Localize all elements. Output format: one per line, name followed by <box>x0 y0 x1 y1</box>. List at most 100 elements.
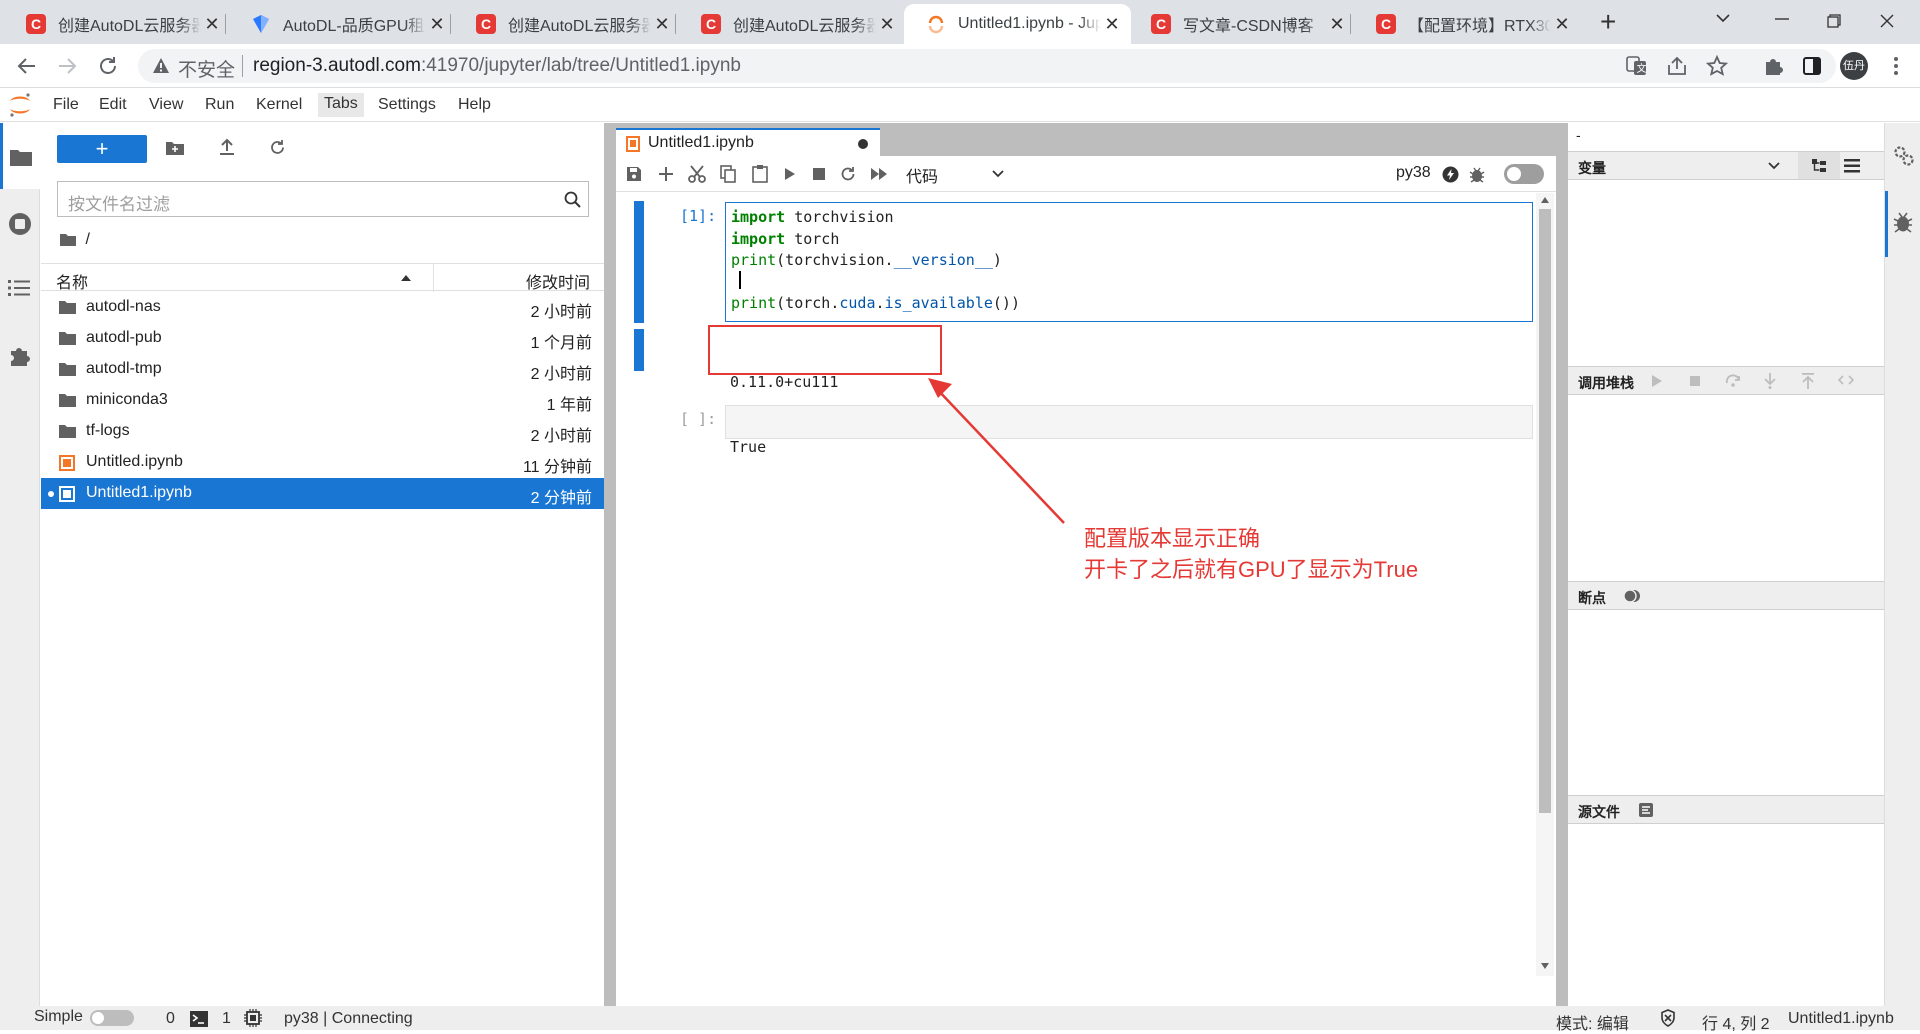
fast-forward-icon[interactable] <box>870 168 888 180</box>
scroll-up-icon[interactable] <box>1541 197 1549 203</box>
sort-asc-icon[interactable] <box>401 275 411 281</box>
file-row[interactable]: Untitled.ipynb 11 分钟前 <box>41 447 604 478</box>
file-row[interactable]: Untitled1.ipynb 2 分钟前 <box>41 478 604 509</box>
paste-icon[interactable] <box>752 164 768 183</box>
step-in-icon[interactable] <box>1764 373 1776 389</box>
close-icon[interactable]: ✕ <box>201 14 223 35</box>
browser-menu-icon[interactable] <box>1893 56 1899 76</box>
new-folder-icon[interactable] <box>165 140 185 156</box>
unsaved-dot-icon[interactable] <box>858 139 868 149</box>
menu-kernel[interactable]: Kernel <box>256 94 302 118</box>
terminal-icon[interactable] <box>190 1011 208 1027</box>
panel-splitter-right[interactable] <box>1556 123 1568 1006</box>
cut-icon[interactable] <box>688 165 706 183</box>
cursor-position[interactable]: 行 4, 列 2 <box>1702 1010 1770 1034</box>
kernel-status[interactable]: py38 | Connecting <box>284 1010 413 1028</box>
close-icon[interactable]: ✕ <box>1551 14 1573 35</box>
kernel-chip-icon[interactable] <box>244 1009 262 1027</box>
run-icon[interactable] <box>784 167 796 181</box>
side-panel-icon[interactable] <box>1802 56 1822 76</box>
address-bar[interactable]: 不安全 region-3.autodl.com:41970/jupyter/la… <box>138 49 1836 83</box>
restore-icon[interactable] <box>1827 14 1841 28</box>
file-browser-tab[interactable] <box>0 123 40 189</box>
code-cell-input[interactable]: import torchvision import torch print(torc… <box>725 202 1533 322</box>
refresh-icon[interactable] <box>269 139 286 156</box>
running-icon[interactable] <box>8 212 32 236</box>
browser-tab[interactable]: C 【配置环境】RTX3050✕ <box>1354 4 1581 44</box>
property-inspector-icon[interactable] <box>1893 145 1915 167</box>
minimize-icon[interactable] <box>1775 14 1789 23</box>
translate-icon[interactable]: 文 <box>1626 56 1648 76</box>
bug-icon[interactable] <box>1469 166 1485 183</box>
empty-code-cell[interactable] <box>725 405 1533 439</box>
table-view-icon[interactable] <box>1844 159 1860 173</box>
forward-icon[interactable] <box>56 55 78 77</box>
extension-manager-icon[interactable] <box>8 344 32 368</box>
copy-icon[interactable] <box>720 165 736 183</box>
file-filter-input[interactable]: 按文件名过滤 <box>57 181 589 217</box>
menu-view[interactable]: View <box>149 94 183 118</box>
open-source-icon[interactable] <box>1638 802 1654 818</box>
upload-icon[interactable] <box>219 138 235 156</box>
panel-splitter[interactable] <box>604 123 616 1006</box>
warning-icon[interactable] <box>152 57 170 74</box>
save-icon[interactable] <box>626 166 642 182</box>
browser-tab[interactable]: C 创建AutoDL云服务器 ✕ <box>679 4 906 44</box>
scrollbar-thumb[interactable] <box>1539 209 1551 813</box>
close-icon[interactable]: ✕ <box>651 14 673 35</box>
cell-type-select[interactable]: 代码 <box>906 160 1016 186</box>
browser-tab[interactable]: AutoDL-品质GPU租用 ✕ <box>229 4 456 44</box>
debugger-bug-icon[interactable] <box>1893 211 1913 233</box>
trusted-shield-icon[interactable] <box>1660 1009 1676 1027</box>
file-row[interactable]: autodl-tmp 2 小时前 <box>41 354 604 385</box>
notebook-mode[interactable]: 模式: 编辑 <box>1556 1010 1629 1034</box>
terminals-count[interactable]: 0 <box>166 1010 175 1028</box>
tree-view-button[interactable] <box>1798 152 1840 179</box>
column-name-header[interactable]: 名称 <box>56 269 88 293</box>
stop-icon[interactable] <box>813 168 825 180</box>
step-out-icon[interactable] <box>1802 373 1814 389</box>
close-icon[interactable]: ✕ <box>1326 14 1348 35</box>
remove-breakpoints-icon[interactable] <box>1624 588 1640 604</box>
continue-icon[interactable] <box>1652 375 1662 387</box>
new-tab-button[interactable]: + <box>1600 6 1616 38</box>
step-over-icon[interactable] <box>1725 373 1741 387</box>
back-icon[interactable] <box>16 55 38 77</box>
output-collapser-bar[interactable] <box>634 329 644 371</box>
terminate-icon[interactable] <box>1690 376 1700 386</box>
column-modified-header[interactable]: 修改时间 <box>526 269 590 293</box>
menu-tabs[interactable]: Tabs <box>318 93 364 117</box>
debugger-toggle[interactable] <box>1504 164 1544 184</box>
breadcrumb[interactable]: / <box>59 231 90 249</box>
bookmark-star-icon[interactable] <box>1706 55 1728 77</box>
browser-tab[interactable]: C 写文章-CSDN博客 ✕ <box>1129 4 1356 44</box>
kernel-name[interactable]: py38 <box>1396 164 1431 182</box>
menu-help[interactable]: Help <box>458 94 491 118</box>
window-close-icon[interactable] <box>1880 14 1894 28</box>
file-row[interactable]: miniconda3 1 年前 <box>41 385 604 416</box>
close-icon[interactable]: ✕ <box>426 14 448 35</box>
menu-settings[interactable]: Settings <box>378 94 436 118</box>
insert-cell-icon[interactable] <box>658 166 674 182</box>
file-row[interactable]: tf-logs 2 小时前 <box>41 416 604 447</box>
toc-icon[interactable] <box>8 279 30 297</box>
browser-tab[interactable]: C 创建AutoDL云服务器 ✕ <box>4 4 231 44</box>
menu-file[interactable]: File <box>53 94 79 118</box>
profile-avatar[interactable]: 伍丹 <box>1840 52 1868 80</box>
file-row[interactable]: autodl-pub 1 个月前 <box>41 323 604 354</box>
notebook-tab[interactable]: Untitled1.ipynb <box>616 128 880 156</box>
simple-mode-toggle[interactable] <box>90 1010 134 1026</box>
extensions-icon[interactable] <box>1762 55 1784 77</box>
reload-icon[interactable] <box>97 55 119 77</box>
menu-run[interactable]: Run <box>205 94 234 118</box>
file-row[interactable]: autodl-nas 2 小时前 <box>41 292 604 323</box>
menu-edit[interactable]: Edit <box>99 94 127 118</box>
scroll-down-icon[interactable] <box>1541 963 1549 969</box>
close-icon[interactable]: ✕ <box>1101 14 1123 35</box>
kernels-count[interactable]: 1 <box>222 1010 231 1028</box>
new-launcher-button[interactable]: + <box>57 135 147 163</box>
restart-icon[interactable] <box>840 166 856 182</box>
code-view-icon[interactable] <box>1838 375 1854 385</box>
tab-search-icon[interactable] <box>1716 14 1730 23</box>
vertical-scrollbar[interactable] <box>1536 193 1554 976</box>
